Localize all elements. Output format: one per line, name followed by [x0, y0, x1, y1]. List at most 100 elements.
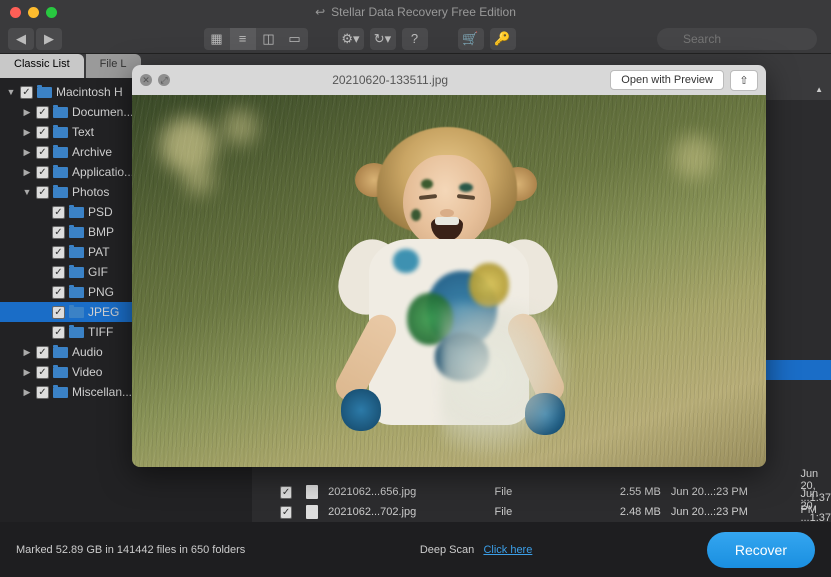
folder-icon: [37, 87, 52, 98]
checkbox[interactable]: ✓: [36, 126, 49, 139]
tree-label: PNG: [88, 285, 114, 299]
checkbox[interactable]: ✓: [36, 366, 49, 379]
chevron-icon[interactable]: ▶: [22, 107, 32, 118]
minimize-window-button[interactable]: [28, 7, 39, 18]
checkbox[interactable]: ✓: [280, 506, 292, 519]
checkbox[interactable]: ✓: [36, 166, 49, 179]
sort-icon: ▲: [815, 85, 823, 94]
folder-icon: [53, 107, 68, 118]
preview-expand-icon[interactable]: ⤢: [158, 74, 170, 86]
folder-icon: [53, 127, 68, 138]
chevron-icon[interactable]: ▼: [22, 187, 32, 197]
nav-forward-button[interactable]: ▶: [36, 28, 62, 50]
chevron-icon[interactable]: ▶: [22, 367, 32, 378]
open-with-preview-button[interactable]: Open with Preview: [610, 70, 724, 90]
file-size: 2.55 MB: [596, 486, 660, 498]
tree-label: Documen...: [72, 105, 133, 119]
preview-window: ✕ ⤢ 20210620-133511.jpg Open with Previe…: [132, 65, 766, 467]
preview-image: [132, 95, 766, 467]
tree-label: Archive: [72, 145, 112, 159]
folder-icon: [69, 247, 84, 258]
chevron-icon[interactable]: ▶: [22, 347, 32, 358]
folder-icon: [69, 267, 84, 278]
app-title-text: Stellar Data Recovery Free Edition: [331, 5, 516, 19]
preview-titlebar: ✕ ⤢ 20210620-133511.jpg Open with Previe…: [132, 65, 766, 95]
chevron-icon[interactable]: ▶: [22, 147, 32, 158]
column-view-icon[interactable]: ◫: [256, 28, 282, 50]
checkbox[interactable]: ✓: [52, 286, 65, 299]
tree-label: PSD: [88, 205, 113, 219]
file-icon: [306, 505, 318, 519]
app-title: ↩ Stellar Data Recovery Free Edition: [315, 5, 516, 19]
checkbox[interactable]: ✓: [280, 486, 292, 499]
tree-label: Video: [72, 365, 102, 379]
file-row[interactable]: ✓ 2021062...702.jpg File 2.48 MB Jun 20.…: [252, 502, 831, 522]
folder-icon: [53, 147, 68, 158]
folder-icon: [53, 187, 68, 198]
folder-icon: [53, 387, 68, 398]
chevron-icon[interactable]: ▶: [22, 387, 32, 398]
settings-gear-icon[interactable]: ⚙▾: [338, 28, 364, 50]
checkbox[interactable]: ✓: [52, 266, 65, 279]
help-icon[interactable]: ?: [402, 28, 428, 50]
checkbox[interactable]: ✓: [52, 326, 65, 339]
checkbox[interactable]: ✓: [52, 226, 65, 239]
checkbox[interactable]: ✓: [20, 86, 33, 99]
status-text: Marked 52.89 GB in 141442 files in 650 f…: [16, 544, 245, 556]
folder-icon: [69, 207, 84, 218]
tree-label: Macintosh H: [56, 85, 123, 99]
file-created: Jun 20...:23 PM: [671, 506, 791, 518]
folder-icon: [53, 347, 68, 358]
recover-button[interactable]: Recover: [707, 532, 815, 568]
folder-icon: [53, 367, 68, 378]
chevron-icon[interactable]: ▼: [6, 87, 16, 97]
checkbox[interactable]: ✓: [36, 146, 49, 159]
tree-label: Applicatio...: [72, 165, 134, 179]
file-type: File: [494, 486, 586, 498]
nav-back-button[interactable]: ◀: [8, 28, 34, 50]
file-created: Jun 20...:23 PM: [671, 486, 791, 498]
folder-icon: [69, 227, 84, 238]
tree-label: Text: [72, 125, 94, 139]
file-type: File: [494, 506, 586, 518]
deep-scan-label: Deep Scan: [420, 544, 474, 556]
history-icon[interactable]: ↻▾: [370, 28, 396, 50]
chevron-icon[interactable]: ▶: [22, 127, 32, 138]
key-icon[interactable]: 🔑: [490, 28, 516, 50]
deep-scan-link[interactable]: Click here: [483, 544, 532, 556]
folder-icon: [69, 327, 84, 338]
tree-label: TIFF: [88, 325, 113, 339]
tree-label: Miscellan...: [72, 385, 132, 399]
tree-label: PAT: [88, 245, 110, 259]
window-titlebar: ↩ Stellar Data Recovery Free Edition: [0, 0, 831, 24]
tree-label: Photos: [72, 185, 109, 199]
checkbox[interactable]: ✓: [36, 346, 49, 359]
close-window-button[interactable]: [10, 7, 21, 18]
gallery-view-icon[interactable]: ▭: [282, 28, 308, 50]
preview-close-icon[interactable]: ✕: [140, 74, 152, 86]
footer: Marked 52.89 GB in 141442 files in 650 f…: [0, 522, 831, 577]
checkbox[interactable]: ✓: [36, 106, 49, 119]
file-row[interactable]: ✓ 2021062...656.jpg File 2.55 MB Jun 20.…: [252, 482, 831, 502]
tree-label: Audio: [72, 345, 103, 359]
checkbox[interactable]: ✓: [52, 306, 65, 319]
file-modified: Jun 20, ...1:37 PM: [800, 488, 831, 522]
search-input[interactable]: [657, 28, 817, 50]
tab-classic-list[interactable]: Classic List: [0, 54, 84, 78]
file-icon: [306, 485, 318, 499]
back-arrow-icon: ↩: [315, 5, 325, 19]
checkbox[interactable]: ✓: [36, 186, 49, 199]
maximize-window-button[interactable]: [46, 7, 57, 18]
share-icon[interactable]: ⇧: [730, 70, 758, 91]
cart-icon[interactable]: 🛒: [458, 28, 484, 50]
checkbox[interactable]: ✓: [36, 386, 49, 399]
file-name: 2021062...656.jpg: [328, 486, 484, 498]
checkbox[interactable]: ✓: [52, 246, 65, 259]
checkbox[interactable]: ✓: [52, 206, 65, 219]
chevron-icon[interactable]: ▶: [22, 167, 32, 178]
grid-view-icon[interactable]: ▦: [204, 28, 230, 50]
view-mode-group: ▦ ≡ ◫ ▭: [204, 28, 308, 50]
folder-icon: [69, 287, 84, 298]
list-view-icon[interactable]: ≡: [230, 28, 256, 50]
toolbar: ◀ ▶ ▦ ≡ ◫ ▭ ⚙▾ ↻▾ ? 🛒 🔑: [0, 24, 831, 54]
